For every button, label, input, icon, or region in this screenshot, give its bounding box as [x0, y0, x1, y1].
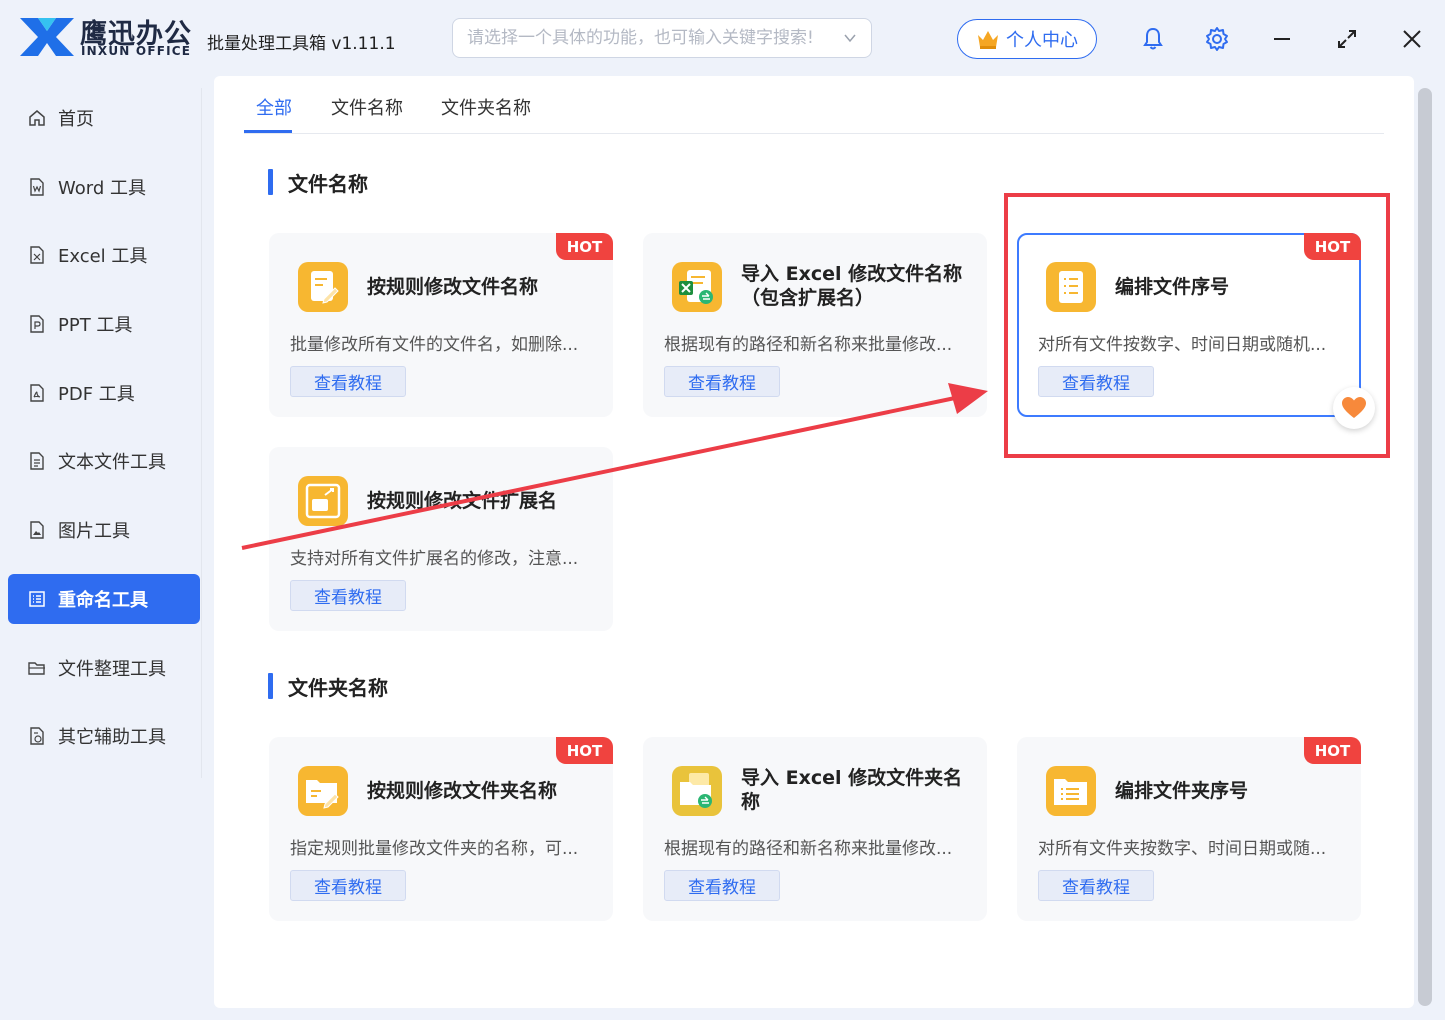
close-icon[interactable]	[1399, 26, 1425, 52]
tool-card-change-extension[interactable]: 按规则修改文件扩展名 支持对所有文件扩展名的修改，注意... 查看教程	[269, 447, 613, 631]
inxun-logo-icon	[20, 18, 74, 56]
card-title: 按规则修改文件夹名称	[367, 780, 558, 802]
sidebar-item-other[interactable]: 其它辅助工具	[8, 711, 200, 761]
sidebar-item-ppt[interactable]: PPT 工具	[8, 299, 200, 349]
tool-card-import-excel-rename[interactable]: 导入 Excel 修改文件名称（包含扩展名） 根据现有的路径和新名称来批量修改.…	[643, 233, 987, 417]
sidebar: 首页 Word 工具 Excel 工具 PPT 工具 PDF 工具 文本文件工具…	[0, 78, 202, 778]
title-bar: 鹰迅办公 INXUN OFFICE 批量处理工具箱 v1.11.1 个人中心	[0, 0, 1445, 78]
card-description: 对所有文件夹按数字、时间日期或随...	[1038, 839, 1327, 859]
home-icon	[29, 110, 45, 126]
tab-folder-name[interactable]: 文件夹名称	[441, 94, 531, 120]
folder-edit-icon	[298, 766, 348, 816]
folder-import-icon	[672, 766, 722, 816]
folder-icon	[28, 662, 45, 675]
card-title: 按规则修改文件名称	[367, 276, 539, 298]
minimize-icon[interactable]	[1269, 26, 1295, 52]
folder-numbered-icon	[1046, 766, 1096, 816]
card-description: 指定规则批量修改文件夹的名称，可...	[290, 839, 579, 859]
tab-all[interactable]: 全部	[256, 94, 292, 120]
user-center-button[interactable]: 个人中心	[957, 19, 1097, 59]
hot-badge: HOT	[1304, 737, 1361, 764]
section-title-file-name: 文件名称	[268, 168, 368, 197]
sidebar-item-home[interactable]: 首页	[8, 93, 200, 143]
excel-import-icon	[672, 262, 722, 312]
sidebar-item-label: 图片工具	[58, 521, 130, 542]
crown-icon	[978, 31, 998, 49]
tool-card-number-folders[interactable]: HOT 编排文件夹序号 对所有文件夹按数字、时间日期或随... 查看教程	[1017, 737, 1361, 921]
search-box[interactable]	[452, 18, 872, 58]
tool-card-import-excel-folder[interactable]: 导入 Excel 修改文件夹名称 根据现有的路径和新名称来批量修改... 查看教…	[643, 737, 987, 921]
sidebar-divider	[201, 88, 202, 778]
card-title: 编排文件夹序号	[1115, 780, 1249, 802]
maximize-icon[interactable]	[1334, 26, 1360, 52]
word-file-icon	[30, 178, 44, 196]
sidebar-item-label: PDF 工具	[58, 384, 135, 405]
card-description: 根据现有的路径和新名称来批量修改...	[664, 335, 953, 355]
section-title-folder-name: 文件夹名称	[268, 672, 388, 701]
sidebar-item-excel[interactable]: Excel 工具	[8, 230, 200, 280]
sidebar-item-pdf[interactable]: PDF 工具	[8, 368, 200, 418]
sidebar-item-label: 其它辅助工具	[58, 727, 166, 748]
tool-card-rename-folder-by-rule[interactable]: HOT 按规则修改文件夹名称 指定规则批量修改文件夹的名称，可... 查看教程	[269, 737, 613, 921]
sidebar-item-label: 文件整理工具	[58, 659, 166, 680]
sidebar-item-label: Excel 工具	[58, 246, 148, 267]
gear-icon[interactable]	[1204, 26, 1230, 52]
brand-name-en: INXUN OFFICE	[81, 44, 192, 58]
card-title: 导入 Excel 修改文件名称（包含扩展名）	[741, 263, 963, 309]
tab-bar: 全部 文件名称 文件夹名称	[244, 76, 1384, 134]
scrollbar-thumb[interactable]	[1418, 88, 1432, 1006]
view-tutorial-button[interactable]: 查看教程	[290, 870, 406, 901]
search-input[interactable]	[467, 19, 837, 57]
tool-card-rename-by-rule[interactable]: HOT 按规则修改文件名称 批量修改所有文件的文件名，如删除... 查看教程	[269, 233, 613, 417]
document-edit-icon	[298, 262, 348, 312]
tools-icon	[30, 727, 44, 745]
view-tutorial-button[interactable]: 查看教程	[664, 366, 780, 397]
rename-icon	[29, 591, 45, 607]
user-center-label: 个人中心	[1006, 30, 1078, 51]
extension-edit-icon	[298, 476, 348, 526]
ppt-file-icon	[30, 315, 44, 333]
view-tutorial-button[interactable]: 查看教程	[1038, 870, 1154, 901]
sidebar-item-text[interactable]: 文本文件工具	[8, 436, 200, 486]
sidebar-item-label: PPT 工具	[58, 315, 133, 336]
hot-badge: HOT	[556, 737, 613, 764]
view-tutorial-button[interactable]: 查看教程	[664, 870, 780, 901]
card-description: 根据现有的路径和新名称来批量修改...	[664, 839, 953, 859]
text-file-icon	[30, 452, 44, 470]
card-description: 批量修改所有文件的文件名，如删除...	[290, 335, 579, 355]
card-title: 导入 Excel 修改文件夹名称	[741, 767, 963, 813]
sidebar-item-label: 文本文件工具	[58, 452, 166, 473]
sidebar-item-organize[interactable]: 文件整理工具	[8, 643, 200, 693]
annotation-highlight-box	[1004, 193, 1390, 458]
tab-active-indicator	[244, 130, 292, 133]
card-title: 按规则修改文件扩展名	[367, 490, 558, 512]
bell-icon[interactable]	[1140, 26, 1166, 52]
pdf-file-icon	[30, 384, 44, 402]
sidebar-item-image[interactable]: 图片工具	[8, 505, 200, 555]
view-tutorial-button[interactable]: 查看教程	[290, 366, 406, 397]
image-file-icon	[30, 521, 44, 539]
sidebar-item-label: 重命名工具	[58, 590, 148, 611]
hot-badge: HOT	[556, 233, 613, 260]
view-tutorial-button[interactable]: 查看教程	[290, 580, 406, 611]
chevron-down-icon[interactable]	[843, 31, 857, 45]
sidebar-item-label: 首页	[58, 109, 94, 130]
card-description: 支持对所有文件扩展名的修改，注意...	[290, 549, 579, 569]
sidebar-item-rename[interactable]: 重命名工具	[8, 574, 200, 624]
sidebar-item-label: Word 工具	[58, 178, 146, 199]
tab-file-name[interactable]: 文件名称	[331, 94, 403, 120]
sidebar-item-word[interactable]: Word 工具	[8, 162, 200, 212]
excel-file-icon	[30, 246, 44, 264]
app-title: 批量处理工具箱 v1.11.1	[207, 34, 396, 54]
